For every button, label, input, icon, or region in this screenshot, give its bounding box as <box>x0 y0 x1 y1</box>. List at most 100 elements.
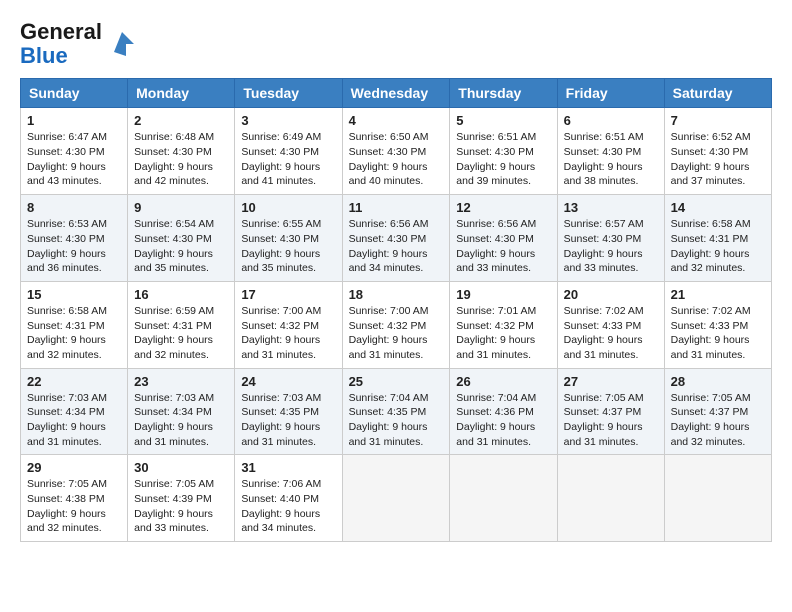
day-cell: 15 Sunrise: 6:58 AM Sunset: 4:31 PM Dayl… <box>21 281 128 368</box>
day-number: 8 <box>27 200 121 215</box>
day-number: 10 <box>241 200 335 215</box>
day-number: 27 <box>564 374 658 389</box>
weekday-header: Thursday <box>450 79 557 108</box>
day-cell: 23 Sunrise: 7:03 AM Sunset: 4:34 PM Dayl… <box>128 368 235 455</box>
day-number: 5 <box>456 113 550 128</box>
day-number: 13 <box>564 200 658 215</box>
day-number: 7 <box>671 113 765 128</box>
day-info: Sunrise: 6:54 AM Sunset: 4:30 PM Dayligh… <box>134 217 228 276</box>
day-cell: 6 Sunrise: 6:51 AM Sunset: 4:30 PM Dayli… <box>557 108 664 195</box>
day-number: 31 <box>241 460 335 475</box>
day-info: Sunrise: 7:05 AM Sunset: 4:38 PM Dayligh… <box>27 477 121 536</box>
day-number: 24 <box>241 374 335 389</box>
day-cell: 17 Sunrise: 7:00 AM Sunset: 4:32 PM Dayl… <box>235 281 342 368</box>
day-info: Sunrise: 7:03 AM Sunset: 4:34 PM Dayligh… <box>27 391 121 450</box>
logo: General Blue <box>20 20 138 68</box>
day-info: Sunrise: 6:58 AM Sunset: 4:31 PM Dayligh… <box>671 217 765 276</box>
day-cell: 16 Sunrise: 6:59 AM Sunset: 4:31 PM Dayl… <box>128 281 235 368</box>
day-cell: 30 Sunrise: 7:05 AM Sunset: 4:39 PM Dayl… <box>128 455 235 542</box>
day-number: 14 <box>671 200 765 215</box>
calendar-week-row: 29 Sunrise: 7:05 AM Sunset: 4:38 PM Dayl… <box>21 455 772 542</box>
day-info: Sunrise: 6:52 AM Sunset: 4:30 PM Dayligh… <box>671 130 765 189</box>
day-number: 21 <box>671 287 765 302</box>
calendar-header-row: SundayMondayTuesdayWednesdayThursdayFrid… <box>21 79 772 108</box>
day-info: Sunrise: 6:50 AM Sunset: 4:30 PM Dayligh… <box>349 130 444 189</box>
page-header: General Blue <box>20 20 772 68</box>
day-info: Sunrise: 7:01 AM Sunset: 4:32 PM Dayligh… <box>456 304 550 363</box>
day-cell: 27 Sunrise: 7:05 AM Sunset: 4:37 PM Dayl… <box>557 368 664 455</box>
day-number: 1 <box>27 113 121 128</box>
day-info: Sunrise: 6:55 AM Sunset: 4:30 PM Dayligh… <box>241 217 335 276</box>
day-cell: 28 Sunrise: 7:05 AM Sunset: 4:37 PM Dayl… <box>664 368 771 455</box>
day-cell: 31 Sunrise: 7:06 AM Sunset: 4:40 PM Dayl… <box>235 455 342 542</box>
day-number: 12 <box>456 200 550 215</box>
day-info: Sunrise: 6:58 AM Sunset: 4:31 PM Dayligh… <box>27 304 121 363</box>
day-info: Sunrise: 6:56 AM Sunset: 4:30 PM Dayligh… <box>349 217 444 276</box>
day-cell: 8 Sunrise: 6:53 AM Sunset: 4:30 PM Dayli… <box>21 195 128 282</box>
empty-cell <box>664 455 771 542</box>
calendar-week-row: 8 Sunrise: 6:53 AM Sunset: 4:30 PM Dayli… <box>21 195 772 282</box>
day-cell: 25 Sunrise: 7:04 AM Sunset: 4:35 PM Dayl… <box>342 368 450 455</box>
day-number: 28 <box>671 374 765 389</box>
empty-cell <box>450 455 557 542</box>
day-info: Sunrise: 7:05 AM Sunset: 4:37 PM Dayligh… <box>671 391 765 450</box>
day-cell: 20 Sunrise: 7:02 AM Sunset: 4:33 PM Dayl… <box>557 281 664 368</box>
day-info: Sunrise: 7:00 AM Sunset: 4:32 PM Dayligh… <box>241 304 335 363</box>
calendar-week-row: 15 Sunrise: 6:58 AM Sunset: 4:31 PM Dayl… <box>21 281 772 368</box>
weekday-header: Monday <box>128 79 235 108</box>
day-number: 26 <box>456 374 550 389</box>
day-number: 18 <box>349 287 444 302</box>
day-info: Sunrise: 6:47 AM Sunset: 4:30 PM Dayligh… <box>27 130 121 189</box>
day-info: Sunrise: 6:48 AM Sunset: 4:30 PM Dayligh… <box>134 130 228 189</box>
weekday-header: Sunday <box>21 79 128 108</box>
day-info: Sunrise: 7:03 AM Sunset: 4:35 PM Dayligh… <box>241 391 335 450</box>
day-number: 15 <box>27 287 121 302</box>
day-number: 9 <box>134 200 228 215</box>
day-info: Sunrise: 6:53 AM Sunset: 4:30 PM Dayligh… <box>27 217 121 276</box>
day-info: Sunrise: 6:59 AM Sunset: 4:31 PM Dayligh… <box>134 304 228 363</box>
day-number: 29 <box>27 460 121 475</box>
day-cell: 22 Sunrise: 7:03 AM Sunset: 4:34 PM Dayl… <box>21 368 128 455</box>
day-cell: 4 Sunrise: 6:50 AM Sunset: 4:30 PM Dayli… <box>342 108 450 195</box>
day-number: 16 <box>134 287 228 302</box>
day-number: 19 <box>456 287 550 302</box>
day-cell: 7 Sunrise: 6:52 AM Sunset: 4:30 PM Dayli… <box>664 108 771 195</box>
calendar-table: SundayMondayTuesdayWednesdayThursdayFrid… <box>20 78 772 542</box>
logo-blue: Blue <box>20 43 68 68</box>
day-number: 22 <box>27 374 121 389</box>
day-info: Sunrise: 6:51 AM Sunset: 4:30 PM Dayligh… <box>564 130 658 189</box>
day-cell: 29 Sunrise: 7:05 AM Sunset: 4:38 PM Dayl… <box>21 455 128 542</box>
day-cell: 12 Sunrise: 6:56 AM Sunset: 4:30 PM Dayl… <box>450 195 557 282</box>
logo-general: General <box>20 19 102 44</box>
calendar-week-row: 22 Sunrise: 7:03 AM Sunset: 4:34 PM Dayl… <box>21 368 772 455</box>
day-number: 30 <box>134 460 228 475</box>
weekday-header: Wednesday <box>342 79 450 108</box>
empty-cell <box>342 455 450 542</box>
day-info: Sunrise: 7:00 AM Sunset: 4:32 PM Dayligh… <box>349 304 444 363</box>
day-cell: 26 Sunrise: 7:04 AM Sunset: 4:36 PM Dayl… <box>450 368 557 455</box>
weekday-header: Friday <box>557 79 664 108</box>
day-number: 17 <box>241 287 335 302</box>
day-info: Sunrise: 7:05 AM Sunset: 4:39 PM Dayligh… <box>134 477 228 536</box>
day-cell: 9 Sunrise: 6:54 AM Sunset: 4:30 PM Dayli… <box>128 195 235 282</box>
day-info: Sunrise: 6:57 AM Sunset: 4:30 PM Dayligh… <box>564 217 658 276</box>
day-number: 6 <box>564 113 658 128</box>
day-cell: 21 Sunrise: 7:02 AM Sunset: 4:33 PM Dayl… <box>664 281 771 368</box>
weekday-header: Tuesday <box>235 79 342 108</box>
day-cell: 13 Sunrise: 6:57 AM Sunset: 4:30 PM Dayl… <box>557 195 664 282</box>
day-number: 20 <box>564 287 658 302</box>
day-info: Sunrise: 7:04 AM Sunset: 4:36 PM Dayligh… <box>456 391 550 450</box>
day-cell: 1 Sunrise: 6:47 AM Sunset: 4:30 PM Dayli… <box>21 108 128 195</box>
day-info: Sunrise: 7:03 AM Sunset: 4:34 PM Dayligh… <box>134 391 228 450</box>
day-info: Sunrise: 6:51 AM Sunset: 4:30 PM Dayligh… <box>456 130 550 189</box>
day-info: Sunrise: 7:06 AM Sunset: 4:40 PM Dayligh… <box>241 477 335 536</box>
day-cell: 5 Sunrise: 6:51 AM Sunset: 4:30 PM Dayli… <box>450 108 557 195</box>
day-cell: 10 Sunrise: 6:55 AM Sunset: 4:30 PM Dayl… <box>235 195 342 282</box>
day-info: Sunrise: 7:04 AM Sunset: 4:35 PM Dayligh… <box>349 391 444 450</box>
logo-icon <box>106 28 138 60</box>
day-cell: 2 Sunrise: 6:48 AM Sunset: 4:30 PM Dayli… <box>128 108 235 195</box>
day-cell: 14 Sunrise: 6:58 AM Sunset: 4:31 PM Dayl… <box>664 195 771 282</box>
day-cell: 24 Sunrise: 7:03 AM Sunset: 4:35 PM Dayl… <box>235 368 342 455</box>
day-number: 3 <box>241 113 335 128</box>
day-cell: 3 Sunrise: 6:49 AM Sunset: 4:30 PM Dayli… <box>235 108 342 195</box>
